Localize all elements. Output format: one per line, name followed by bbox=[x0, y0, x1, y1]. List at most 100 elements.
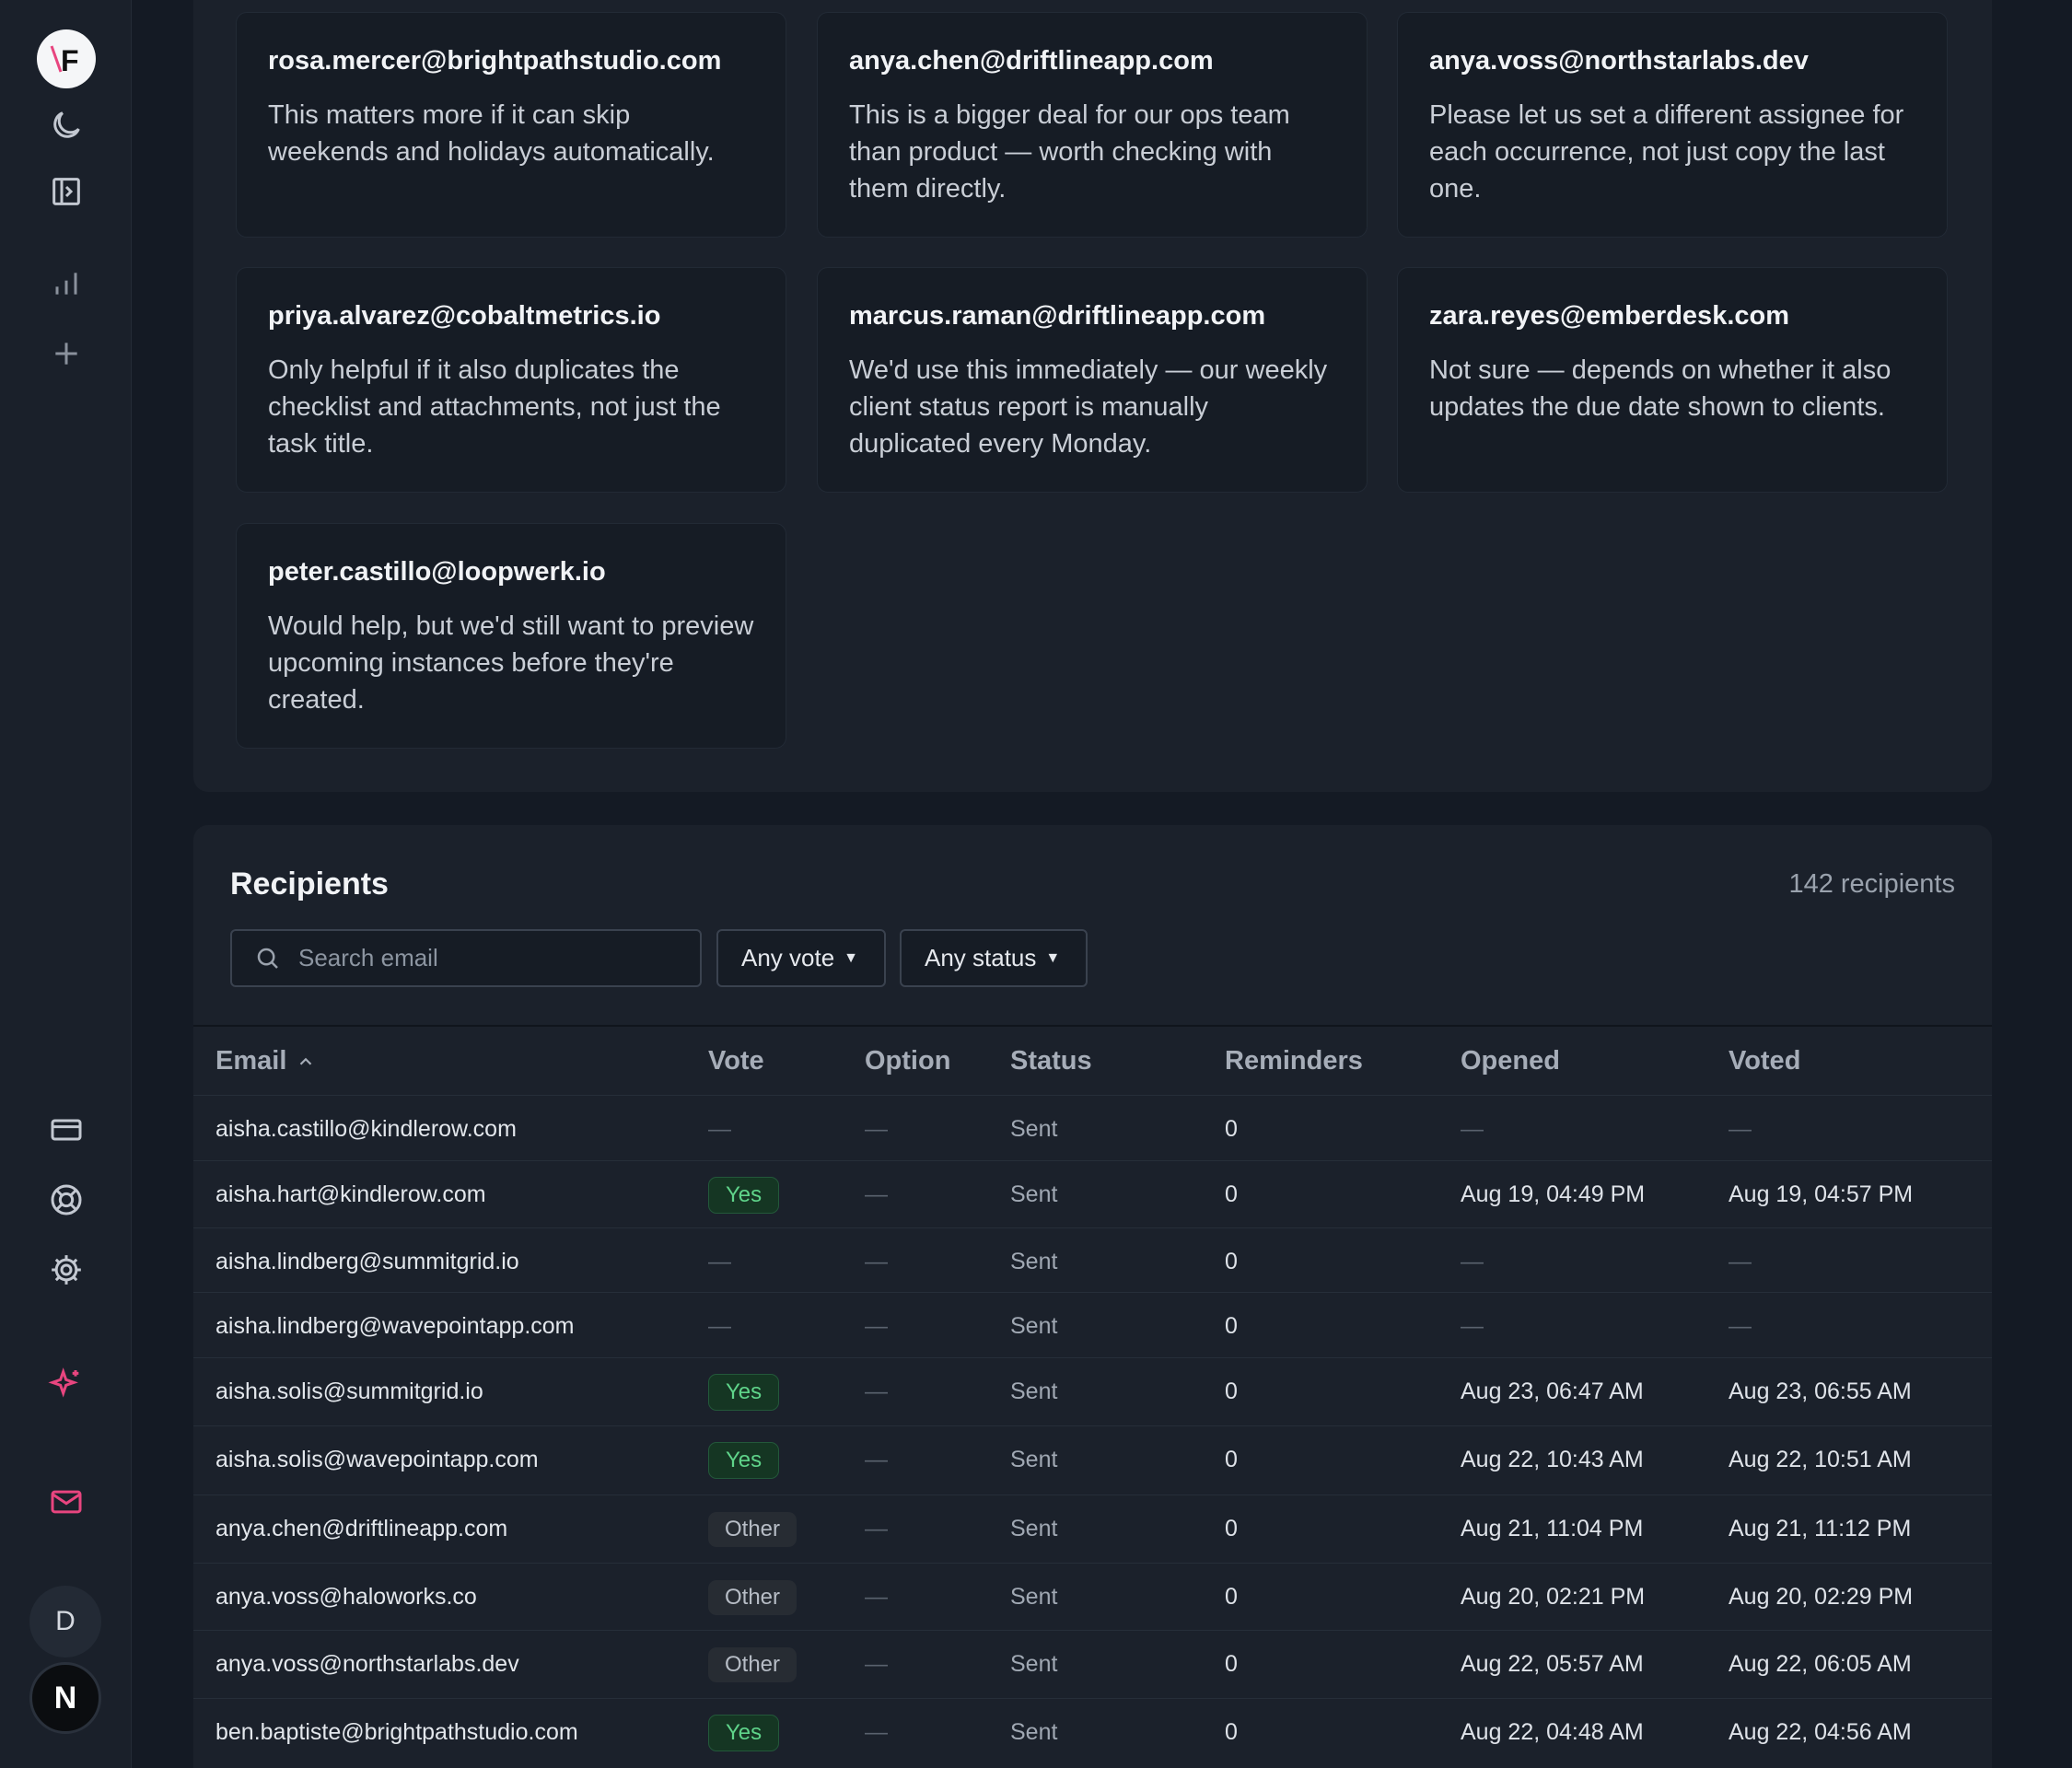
sparkle-icon[interactable] bbox=[39, 1356, 94, 1412]
cell-email: aisha.solis@wavepointapp.com bbox=[215, 1426, 539, 1494]
comment-card: zara.reyes@emberdesk.com Not sure — depe… bbox=[1397, 267, 1948, 493]
column-header-status[interactable]: Status bbox=[1010, 1046, 1092, 1076]
vote-filter-dropdown[interactable]: Any vote ▼ bbox=[716, 929, 886, 987]
column-header-option[interactable]: Option bbox=[865, 1046, 950, 1076]
cell-vote: Yes bbox=[708, 1699, 780, 1766]
comment-email: rosa.mercer@brightpathstudio.com bbox=[268, 46, 722, 76]
cell-email-text: aisha.hart@kindlerow.com bbox=[215, 1181, 486, 1207]
cell-opened-text: Aug 22, 04:48 AM bbox=[1461, 1719, 1644, 1745]
cell-voted-text: Aug 21, 11:12 PM bbox=[1729, 1516, 1912, 1541]
column-header-reminders[interactable]: Reminders bbox=[1225, 1046, 1363, 1076]
cell-email: aisha.lindberg@summitgrid.io bbox=[215, 1228, 519, 1296]
panel-toggle-icon[interactable] bbox=[39, 164, 94, 219]
svg-text:F: F bbox=[61, 44, 79, 77]
table-row[interactable]: aisha.solis@summitgrid.io Yes — Sent 0 Aug 23… bbox=[193, 1357, 1992, 1425]
cell-email: aisha.solis@summitgrid.io bbox=[215, 1358, 483, 1425]
cell-reminders-text: 0 bbox=[1225, 1447, 1238, 1472]
column-header-email[interactable]: Email bbox=[215, 1046, 316, 1076]
cell-status: Sent bbox=[1010, 1293, 1057, 1360]
column-header-vote[interactable]: Vote bbox=[708, 1046, 764, 1076]
cell-voted: Aug 22, 06:05 AM bbox=[1729, 1631, 1912, 1698]
cell-reminders: 0 bbox=[1225, 1228, 1238, 1296]
table-row[interactable]: ben.baptiste@brightpathstudio.com Yes — Sen… bbox=[193, 1698, 1992, 1765]
sidebar: F D N bbox=[0, 0, 132, 1768]
vote-filter-label: Any vote bbox=[741, 944, 835, 971]
cell-option: — bbox=[865, 1096, 888, 1163]
comments-panel: rosa.mercer@brightpathstudio.com This ma… bbox=[193, 0, 1992, 792]
gear-icon[interactable] bbox=[39, 1242, 94, 1297]
plus-icon[interactable] bbox=[39, 326, 94, 381]
cell-reminders-text: 0 bbox=[1225, 1516, 1238, 1541]
cell-vote-text: — bbox=[708, 1116, 731, 1142]
vote-badge: Yes bbox=[708, 1441, 780, 1479]
cell-voted-text: Aug 19, 04:57 PM bbox=[1729, 1181, 1914, 1207]
cell-voted: Aug 22, 04:56 AM bbox=[1729, 1699, 1912, 1766]
comment-email: marcus.raman@driftlineapp.com bbox=[849, 301, 1266, 331]
cell-status-text: Sent bbox=[1010, 1181, 1058, 1207]
status-filter-dropdown[interactable]: Any status ▼ bbox=[900, 929, 1088, 987]
cell-voted-text: Aug 22, 10:51 AM bbox=[1729, 1447, 1912, 1472]
cell-opened-text: — bbox=[1461, 1249, 1484, 1274]
cell-voted-text: — bbox=[1729, 1313, 1752, 1339]
cell-status: Sent bbox=[1010, 1426, 1057, 1494]
user-avatar-d[interactable]: D bbox=[29, 1586, 101, 1658]
cell-opened-text: Aug 22, 10:43 AM bbox=[1461, 1447, 1644, 1472]
cell-status: Sent bbox=[1010, 1699, 1057, 1766]
cell-status-text: Sent bbox=[1010, 1116, 1058, 1142]
comment-text: We'd use this immediately — our weekly c… bbox=[849, 355, 1328, 459]
moon-icon[interactable] bbox=[39, 98, 94, 153]
table-row[interactable]: aisha.castillo@kindlerow.com — — Sent 0 — — bbox=[193, 1095, 1992, 1162]
cell-reminders-text: 0 bbox=[1225, 1719, 1238, 1745]
cell-status-text: Sent bbox=[1010, 1516, 1058, 1541]
vote-badge: Other bbox=[708, 1511, 797, 1547]
comment-email: zara.reyes@emberdesk.com bbox=[1429, 301, 1790, 331]
cell-reminders-text: 0 bbox=[1225, 1378, 1238, 1404]
comment-email: anya.chen@driftlineapp.com bbox=[849, 46, 1214, 76]
user-avatar-n[interactable]: N bbox=[29, 1662, 101, 1734]
column-header-voted[interactable]: Voted bbox=[1729, 1046, 1800, 1076]
cell-status-text: Sent bbox=[1010, 1651, 1058, 1677]
search-box[interactable] bbox=[230, 929, 702, 987]
table-divider bbox=[193, 1025, 1992, 1027]
lifebuoy-icon[interactable] bbox=[39, 1172, 94, 1227]
vote-badge: Yes bbox=[708, 1373, 780, 1411]
credit-card-icon[interactable] bbox=[39, 1102, 94, 1157]
table-row[interactable]: aisha.solis@wavepointapp.com Yes — Sent 0 Aug… bbox=[193, 1425, 1992, 1493]
comment-text: This matters more if it can skip weekend… bbox=[268, 100, 715, 167]
table-row[interactable]: anya.voss@haloworks.co Other — Sent 0 Aug 20,… bbox=[193, 1563, 1992, 1630]
cell-reminders: 0 bbox=[1225, 1096, 1238, 1163]
cell-voted: — bbox=[1729, 1096, 1752, 1163]
cell-option-text: — bbox=[865, 1378, 888, 1404]
comment-email: priya.alvarez@cobaltmetrics.io bbox=[268, 301, 661, 331]
cell-opened: Aug 22, 05:57 AM bbox=[1461, 1631, 1644, 1698]
mail-icon[interactable] bbox=[39, 1474, 94, 1530]
chart-icon[interactable] bbox=[39, 256, 94, 311]
cell-email-text: aisha.lindberg@summitgrid.io bbox=[215, 1249, 519, 1274]
app-logo[interactable]: F bbox=[37, 29, 96, 88]
column-header-opened[interactable]: Opened bbox=[1461, 1046, 1560, 1076]
table-row[interactable]: aisha.hart@kindlerow.com Yes — Sent 0 Aug 19,… bbox=[193, 1160, 1992, 1227]
cell-reminders: 0 bbox=[1225, 1358, 1238, 1425]
sort-asc-icon bbox=[300, 1057, 312, 1065]
search-input[interactable] bbox=[298, 944, 667, 972]
table-row[interactable]: aisha.lindberg@summitgrid.io — — Sent 0 — — bbox=[193, 1227, 1992, 1295]
cell-voted-text: Aug 23, 06:55 AM bbox=[1729, 1378, 1912, 1404]
cell-voted: Aug 21, 11:12 PM bbox=[1729, 1495, 1911, 1563]
table-row[interactable]: anya.chen@driftlineapp.com Other — Sent 0 Aug… bbox=[193, 1495, 1992, 1562]
recipients-panel: Recipients 142 recipients Any vote ▼ Any… bbox=[193, 825, 1992, 1768]
cell-status-text: Sent bbox=[1010, 1719, 1058, 1745]
cell-voted: Aug 22, 10:51 AM bbox=[1729, 1426, 1912, 1494]
cell-voted: — bbox=[1729, 1293, 1752, 1360]
table-row[interactable]: anya.voss@northstarlabs.dev Other — Sent 0 Au… bbox=[193, 1630, 1992, 1697]
cell-voted: — bbox=[1729, 1228, 1752, 1296]
cell-option-text: — bbox=[865, 1516, 888, 1541]
cell-option-text: — bbox=[865, 1584, 888, 1610]
cell-voted: Aug 23, 06:55 AM bbox=[1729, 1358, 1912, 1425]
vote-badge: Other bbox=[708, 1646, 797, 1682]
cell-opened: — bbox=[1461, 1228, 1484, 1296]
cell-voted: Aug 19, 04:57 PM bbox=[1729, 1161, 1913, 1228]
vote-badge: Yes bbox=[708, 1176, 780, 1214]
table-row[interactable]: aisha.lindberg@wavepointapp.com — — Sent 0 — — bbox=[193, 1292, 1992, 1359]
cell-reminders: 0 bbox=[1225, 1564, 1238, 1631]
cell-option: — bbox=[865, 1495, 888, 1563]
